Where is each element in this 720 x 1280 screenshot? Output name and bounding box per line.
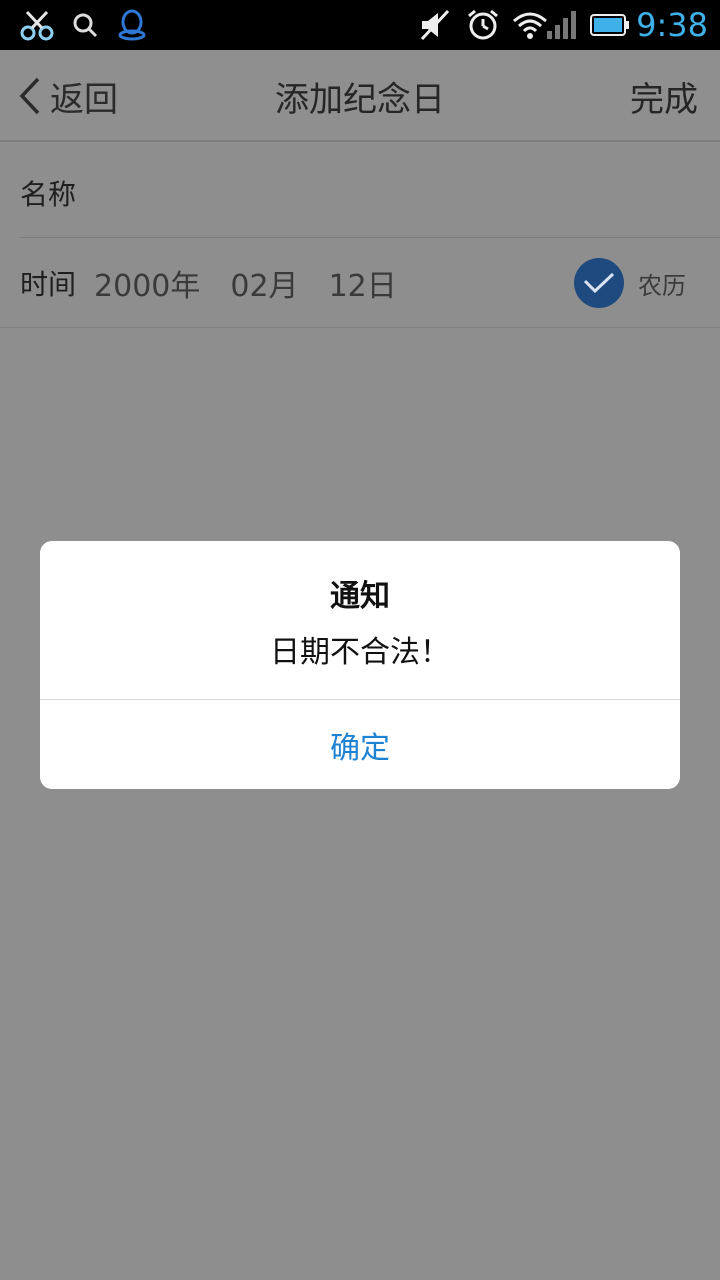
dialog-message: 日期不合法！ [270,635,450,670]
name-row[interactable]: 名称 [20,148,720,238]
anniversary-form: 名称 时间 2000年 02月 12日 农历 [0,148,720,328]
dialog-title: 通知 [330,579,390,614]
back-label: 返回 [50,79,118,120]
year-value[interactable]: 2000年 [94,261,200,305]
check-icon [574,258,624,308]
wifi-icon [512,0,548,50]
lunar-toggle[interactable]: 农历 [574,238,686,328]
time-row: 时间 2000年 02月 12日 农历 [20,238,720,328]
nav-bar: 返回 添加纪念日 完成 [0,50,720,142]
scissors-icon [20,0,54,50]
confirm-button[interactable]: 确定 [40,700,680,789]
alarm-icon [466,0,500,50]
qq-penguin-icon [118,0,146,50]
status-bar: 9:38 [0,0,720,50]
time-label: 时间 [20,268,77,301]
back-button[interactable]: 返回 [18,50,118,142]
mute-icon [418,0,450,50]
name-label: 名称 [20,177,77,211]
done-button[interactable]: 完成 [630,50,698,142]
battery-icon [590,0,630,50]
month-value[interactable]: 02月 [230,261,298,305]
notification-dialog: 通知 日期不合法！ 确定 [40,541,680,789]
chevron-left-icon [19,77,40,115]
status-time: 9:38 [636,6,708,44]
day-value[interactable]: 12日 [329,261,397,305]
search-icon [72,0,98,50]
signal-icon [546,0,576,50]
lunar-label: 农历 [638,271,686,300]
